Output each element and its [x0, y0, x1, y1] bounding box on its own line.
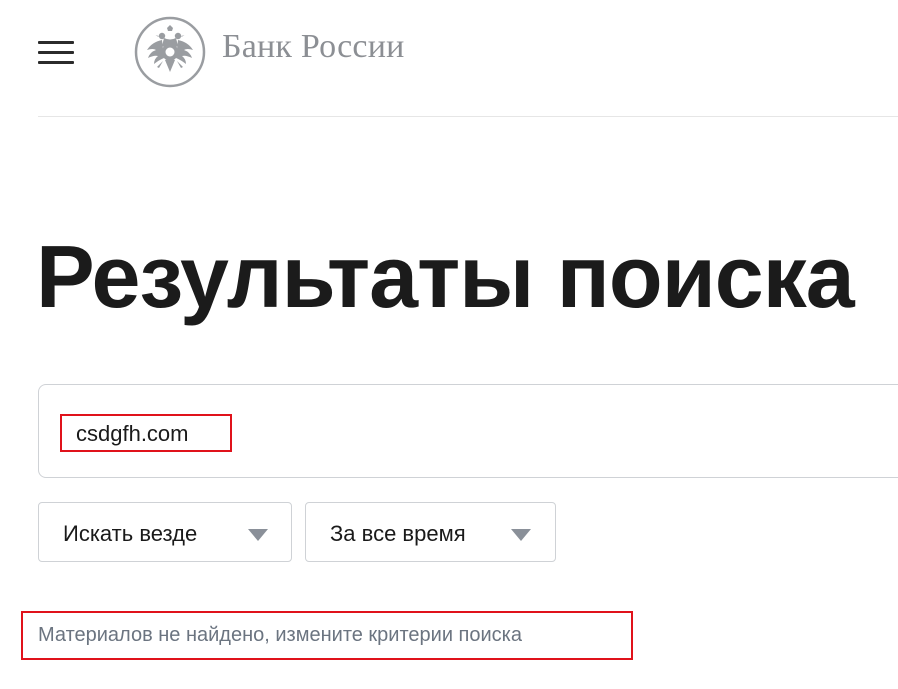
page: Банк России Результаты поиска csdgfh.com…	[0, 0, 898, 689]
filter-period-label: За все время	[330, 521, 466, 546]
search-input-value[interactable]: csdgfh.com	[60, 414, 232, 452]
page-title: Результаты поиска	[36, 227, 855, 326]
header-divider	[38, 116, 898, 117]
triangle-down-icon	[511, 529, 531, 541]
filter-scope-dropdown[interactable]: Искать везде	[38, 502, 292, 562]
logo-text[interactable]: Банк России	[222, 28, 405, 66]
hamburger-line	[38, 61, 74, 64]
filter-scope-label: Искать везде	[63, 521, 198, 546]
hamburger-menu-icon[interactable]	[38, 40, 74, 64]
hamburger-line	[38, 41, 74, 44]
triangle-down-icon	[248, 529, 268, 541]
no-results-message: Материалов не найдено, измените критерии…	[38, 624, 522, 646]
eagle-emblem-icon[interactable]	[134, 16, 206, 88]
hamburger-line	[38, 51, 74, 54]
filter-period-dropdown[interactable]: За все время	[305, 502, 556, 562]
